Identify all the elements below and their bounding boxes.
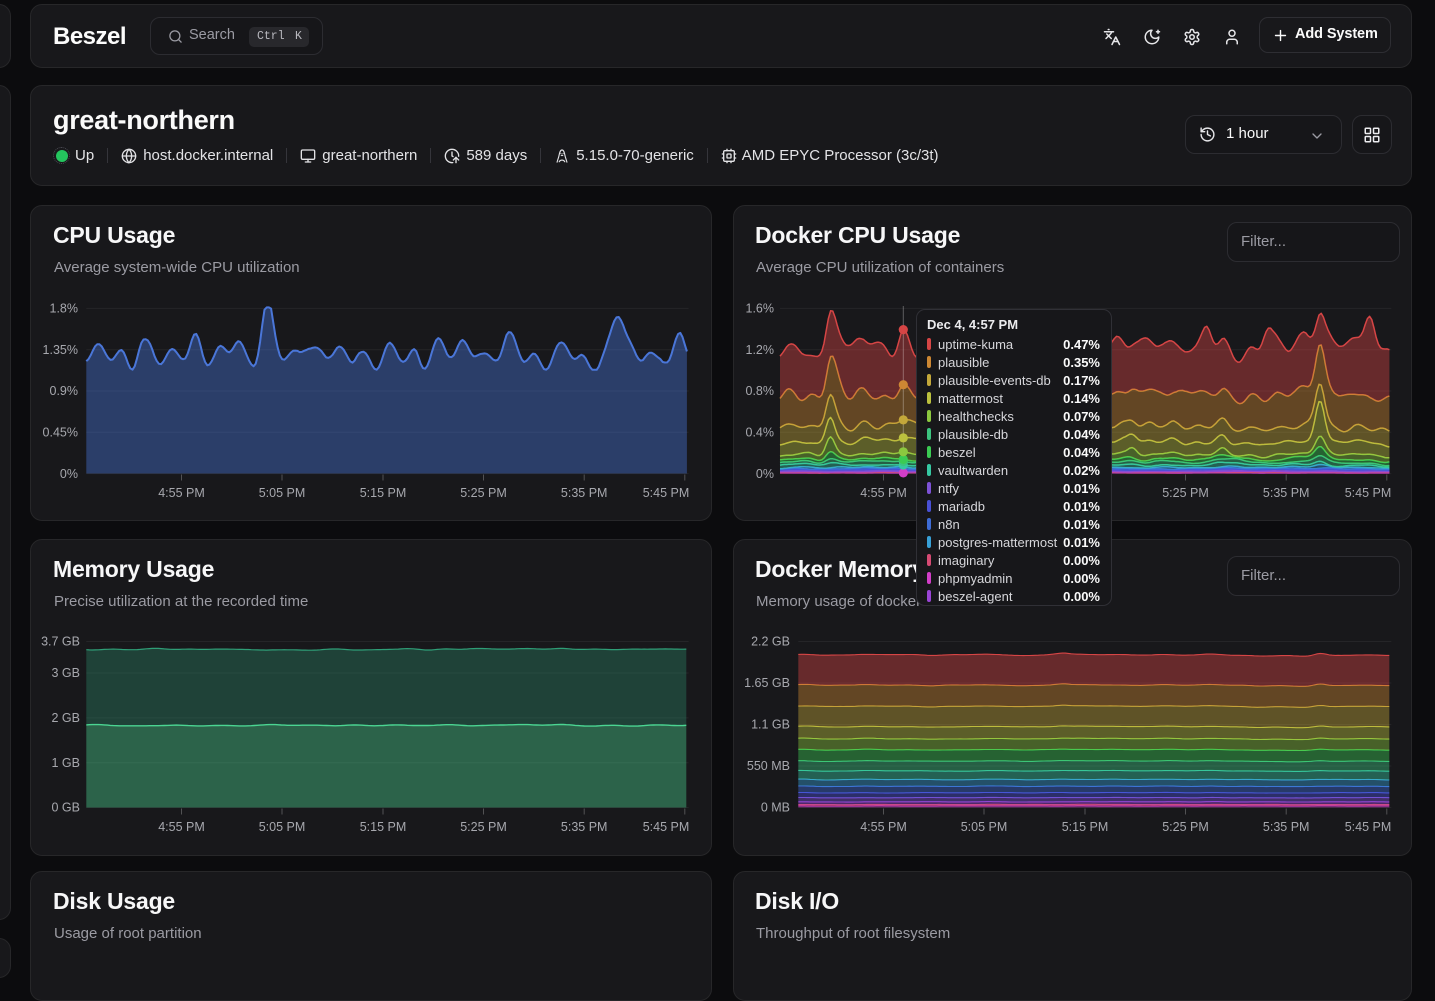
svg-text:3 GB: 3 GB bbox=[52, 666, 81, 680]
svg-text:0.8%: 0.8% bbox=[746, 384, 775, 398]
svg-text:5:45 PM: 5:45 PM bbox=[1345, 820, 1392, 834]
svg-text:5:05 PM: 5:05 PM bbox=[259, 486, 306, 500]
svg-text:5:25 PM: 5:25 PM bbox=[1162, 486, 1209, 500]
svg-text:2.2 GB: 2.2 GB bbox=[751, 635, 790, 649]
svg-text:5:35 PM: 5:35 PM bbox=[1263, 486, 1310, 500]
svg-text:5:15 PM: 5:15 PM bbox=[360, 486, 407, 500]
svg-text:5:35 PM: 5:35 PM bbox=[561, 820, 608, 834]
svg-text:0%: 0% bbox=[60, 467, 78, 481]
svg-text:4:55 PM: 4:55 PM bbox=[158, 820, 205, 834]
svg-text:1.8%: 1.8% bbox=[50, 302, 79, 316]
svg-text:1.6%: 1.6% bbox=[746, 302, 775, 316]
svg-text:5:25 PM: 5:25 PM bbox=[460, 820, 507, 834]
svg-text:1.65 GB: 1.65 GB bbox=[744, 676, 790, 690]
svg-text:0%: 0% bbox=[756, 467, 774, 481]
svg-text:1.2%: 1.2% bbox=[746, 343, 775, 357]
svg-text:2 GB: 2 GB bbox=[52, 711, 81, 725]
svg-text:5:45 PM: 5:45 PM bbox=[643, 820, 690, 834]
svg-text:4:55 PM: 4:55 PM bbox=[158, 486, 205, 500]
svg-text:1.35%: 1.35% bbox=[43, 343, 78, 357]
svg-text:4:55 PM: 4:55 PM bbox=[860, 486, 907, 500]
svg-text:0 MB: 0 MB bbox=[761, 801, 790, 815]
svg-text:4:55 PM: 4:55 PM bbox=[860, 820, 907, 834]
svg-text:550 MB: 550 MB bbox=[747, 759, 790, 773]
svg-text:1.1 GB: 1.1 GB bbox=[751, 718, 790, 732]
svg-text:3.7 GB: 3.7 GB bbox=[41, 635, 80, 649]
svg-text:5:05 PM: 5:05 PM bbox=[961, 820, 1008, 834]
svg-text:5:25 PM: 5:25 PM bbox=[460, 486, 507, 500]
svg-text:5:35 PM: 5:35 PM bbox=[1263, 820, 1310, 834]
svg-text:0.9%: 0.9% bbox=[50, 384, 79, 398]
svg-text:5:05 PM: 5:05 PM bbox=[259, 820, 306, 834]
svg-text:0 GB: 0 GB bbox=[52, 801, 81, 815]
svg-text:0.4%: 0.4% bbox=[746, 426, 775, 440]
svg-text:1 GB: 1 GB bbox=[52, 756, 81, 770]
svg-text:5:25 PM: 5:25 PM bbox=[1162, 820, 1209, 834]
svg-text:5:35 PM: 5:35 PM bbox=[561, 486, 608, 500]
svg-text:0.45%: 0.45% bbox=[43, 426, 78, 440]
svg-text:5:45 PM: 5:45 PM bbox=[643, 486, 690, 500]
svg-text:5:45 PM: 5:45 PM bbox=[1345, 486, 1392, 500]
svg-text:5:15 PM: 5:15 PM bbox=[1062, 820, 1109, 834]
svg-text:5:15 PM: 5:15 PM bbox=[360, 820, 407, 834]
